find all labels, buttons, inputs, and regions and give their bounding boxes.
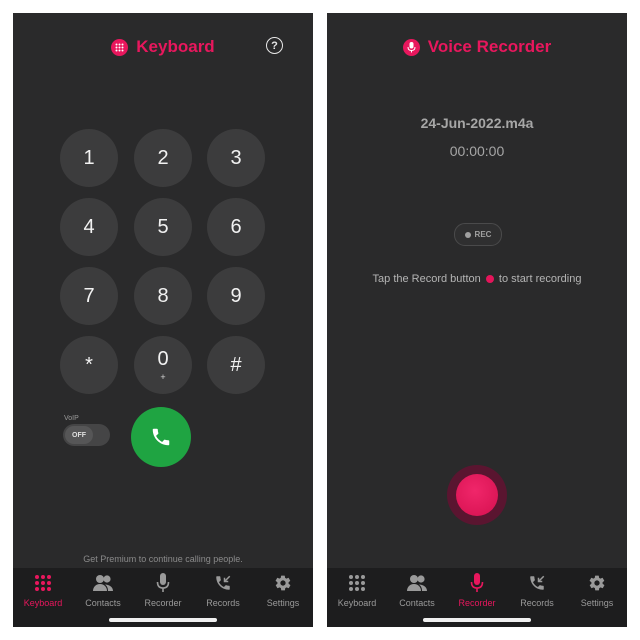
premium-notice: Get Premium to continue calling people. [83,554,243,564]
keypad-icon [32,572,54,594]
key-label: 3 [230,146,242,169]
tab-label: Contacts [85,598,121,608]
contacts-icon [406,572,428,594]
key-9[interactable]: * [60,336,118,394]
tab-label: Recorder [144,598,182,608]
voip-toggle[interactable]: OFF [63,424,110,446]
key-label: * [85,353,93,376]
key-label: 5 [157,215,169,238]
microphone-icon [402,38,420,56]
rec-dot-icon [464,231,471,238]
incoming-call-icon [526,572,548,594]
keypad-grid-icon [111,38,129,56]
key-label: 6 [230,215,242,238]
incoming-call-icon [212,572,234,594]
voip-label: VoIP [64,415,79,422]
tab-settings[interactable]: Settings [253,568,313,627]
voip-toggle-state: OFF [65,426,93,444]
tab-label: Records [520,598,554,608]
tab-label: Settings [266,598,300,608]
recorder-screen: Voice Recorder 24-Jun-2022.m4a 00:00:00 … [327,13,627,627]
page-title: Voice Recorder [427,37,552,56]
tab-label: Keyboard [337,598,377,608]
tab-label: Contacts [399,598,435,608]
recorder-header: Voice Recorder [327,35,627,59]
key-0[interactable]: 1 [60,129,118,187]
key-6[interactable]: 7 [60,267,118,325]
tab-keyboard[interactable]: Keyboard [327,568,387,627]
key-label: # [230,353,242,376]
rec-label: REC [474,230,492,239]
gear-icon [586,572,608,594]
tab-label: Recorder [458,598,496,608]
tab-label: Keyboard [23,598,63,608]
page-title: Keyboard [136,37,215,56]
gear-icon [272,572,294,594]
hint-text-before: Tap the Record button [372,273,481,285]
home-indicator [423,618,531,622]
key-8[interactable]: 9 [207,267,265,325]
help-button[interactable]: ? [266,37,283,54]
keypad-icon [346,572,368,594]
key-label: 8 [157,284,169,307]
tab-label: Settings [580,598,614,608]
key-5[interactable]: 6 [207,198,265,256]
key-label: 1 [83,146,95,169]
key-11[interactable]: # [207,336,265,394]
phone-icon [152,428,170,446]
record-button-core [456,474,498,516]
tab-settings[interactable]: Settings [567,568,627,627]
call-button[interactable] [131,407,191,467]
key-4[interactable]: 5 [134,198,192,256]
key-3[interactable]: 4 [60,198,118,256]
key-label: 4 [83,215,95,238]
recording-filename: 24-Jun-2022.m4a [420,115,534,131]
key-2[interactable]: 3 [207,129,265,187]
keyboard-screen: Keyboard ? 1 2 3 4 5 6 7 8 9 * 0 + # VoIP OFF Get Pr… [13,13,313,627]
key-label: 0 [157,348,169,370]
contacts-icon [92,572,114,594]
key-label: 7 [83,284,95,307]
home-indicator [109,618,217,622]
tab-label: Records [206,598,240,608]
microphone-icon [152,572,174,594]
key-10[interactable]: 0 + [134,336,192,394]
record-dot-icon [485,275,494,284]
key-7[interactable]: 8 [134,267,192,325]
microphone-icon [466,572,488,594]
key-label: 2 [157,146,169,169]
record-hint: Tap the Record button to start recording [367,271,587,287]
rec-status-badge: REC [454,223,502,246]
tab-keyboard[interactable]: Keyboard [13,568,73,627]
key-1[interactable]: 2 [134,129,192,187]
hint-text-after: to start recording [498,273,582,285]
key-label: 9 [230,284,242,307]
recording-timer: 00:00:00 [449,143,505,159]
record-button[interactable] [447,465,507,525]
key-sublabel: + [160,372,166,382]
